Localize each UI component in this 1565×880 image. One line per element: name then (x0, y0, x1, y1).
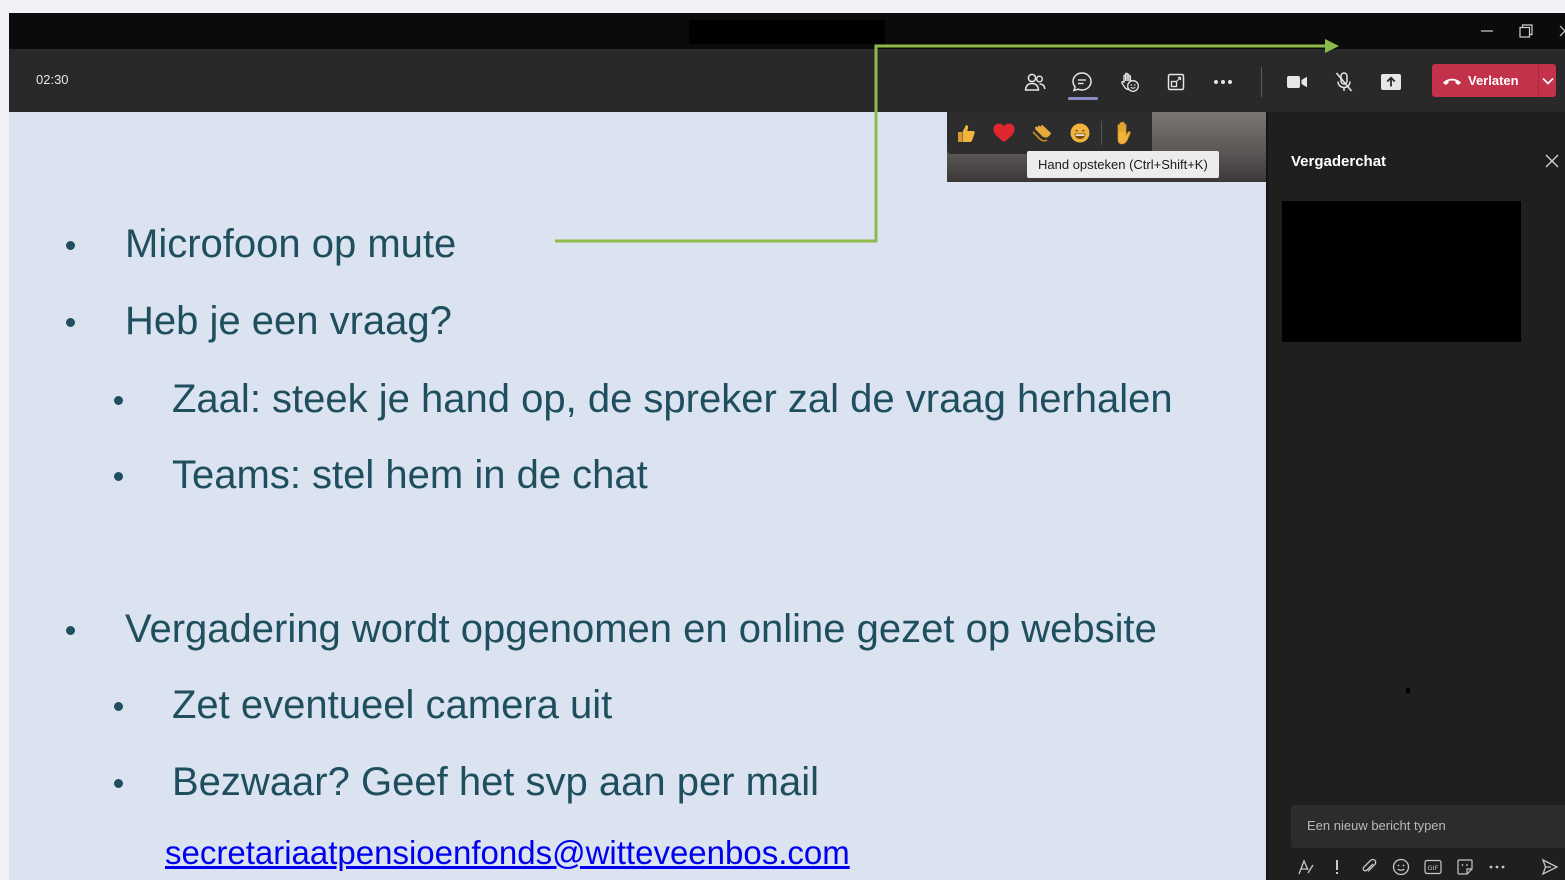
bullet-dot (114, 779, 123, 788)
leave-main[interactable]: Verlaten (1432, 64, 1538, 97)
share-button[interactable] (1378, 69, 1404, 95)
view-icon (1167, 73, 1185, 91)
reaction-laugh-button[interactable] (1061, 115, 1099, 151)
slide-bullet-1: Microfoon op mute (125, 222, 457, 266)
bullet-dot (114, 396, 123, 405)
compose-box[interactable]: Een nieuw bericht typen (1291, 805, 1565, 848)
view-button[interactable] (1163, 69, 1189, 95)
raise-hand-icon (1117, 121, 1131, 145)
compose-placeholder: Een nieuw bericht typen (1307, 818, 1446, 833)
important-button[interactable] (1326, 856, 1348, 878)
restore-button[interactable] (1506, 13, 1546, 49)
chat-panel-title: Vergaderchat (1291, 153, 1387, 170)
send-icon (1541, 858, 1559, 876)
reactions-divider (1101, 121, 1102, 145)
raise-hand-button[interactable] (1104, 115, 1142, 151)
email-link[interactable]: secretariaatpensioenfonds@witteveenbos.c… (165, 834, 850, 872)
title-bar (9, 13, 1565, 49)
send-button[interactable] (1539, 856, 1561, 878)
bullet-dot (66, 318, 75, 327)
emoji-icon (1392, 858, 1410, 876)
sticker-button[interactable] (1454, 856, 1476, 878)
reaction-like-button[interactable] (947, 115, 985, 151)
gif-icon: GIF (1424, 859, 1442, 875)
bullet-dot (66, 626, 75, 635)
sticker-icon (1457, 859, 1473, 875)
slide-bullet-2: Heb je een vraag? (125, 299, 452, 343)
more-actions-button[interactable] (1210, 69, 1236, 95)
participants-button[interactable] (1022, 69, 1048, 95)
bullet-dot (114, 472, 123, 481)
camera-button[interactable] (1284, 69, 1310, 95)
bullet-dot (66, 241, 75, 250)
close-chat-button[interactable] (1543, 152, 1561, 170)
leave-options-button[interactable] (1539, 77, 1556, 85)
minimize-button[interactable] (1467, 13, 1507, 49)
chat-button[interactable] (1069, 69, 1095, 95)
more-icon (1214, 80, 1232, 84)
close-window-button[interactable] (1545, 13, 1565, 49)
camera-icon (1287, 76, 1307, 88)
mic-muted-icon (1335, 72, 1353, 92)
microphone-button[interactable] (1331, 69, 1357, 95)
minimize-icon (1481, 30, 1493, 32)
hang-up-icon (1443, 78, 1461, 85)
chat-icon (1072, 72, 1092, 92)
restore-icon (1519, 24, 1533, 38)
more-options-button[interactable] (1486, 856, 1508, 878)
meeting-toolbar: 02:30 Verlaten (9, 49, 1565, 112)
reaction-clap-button[interactable] (1023, 115, 1061, 151)
chevron-down-icon (1541, 77, 1554, 85)
chat-active-indicator (1068, 97, 1098, 100)
slide-subbullet-3: Zet eventueel camera uit (172, 683, 613, 727)
participants-icon (1024, 73, 1046, 91)
reactions-bar (947, 112, 1152, 154)
reactions-icon (1121, 72, 1139, 92)
close-icon (1545, 154, 1559, 168)
gif-label: GIF (1428, 864, 1439, 872)
raise-hand-tooltip: Hand opsteken (Ctrl+Shift+K) (1027, 151, 1219, 178)
format-icon (1298, 859, 1314, 875)
meeting-chat-panel: Vergaderchat Een nieuw bericht typen GIF (1266, 112, 1565, 880)
redacted-title (689, 20, 885, 44)
attach-icon (1362, 858, 1377, 872)
important-icon (1336, 860, 1338, 874)
shared-slide: Microfoon op mute Heb je een vraag? Zaal… (9, 112, 1266, 880)
clap-icon (1032, 125, 1051, 142)
meeting-timer: 02:30 (36, 72, 69, 87)
redacted-chat-message (1282, 201, 1521, 342)
cursor-speck (1406, 688, 1410, 693)
gif-button[interactable]: GIF (1422, 856, 1444, 878)
reactions-button[interactable] (1116, 69, 1142, 95)
slide-bullet-3: Vergadering wordt opgenomen en online ge… (125, 607, 1157, 651)
leave-label: Verlaten (1468, 73, 1519, 88)
toolbar-divider (1261, 67, 1262, 97)
emoji-button[interactable] (1390, 856, 1412, 878)
bullet-dot (114, 702, 123, 711)
laugh-icon (1070, 123, 1090, 143)
slide-subbullet-2: Teams: stel hem in de chat (172, 453, 648, 497)
teams-window: 02:30 Verlaten Microfoon op mute Heb je … (9, 13, 1565, 880)
reaction-heart-button[interactable] (985, 115, 1023, 151)
more-options-icon (1489, 865, 1505, 869)
attach-button[interactable] (1358, 856, 1380, 878)
close-icon (1559, 25, 1565, 37)
thumbs-up-icon (958, 125, 975, 142)
share-icon (1381, 74, 1401, 90)
heart-icon (993, 123, 1015, 142)
format-button[interactable] (1295, 856, 1317, 878)
slide-subbullet-1: Zaal: steek je hand op, de spreker zal d… (172, 377, 1173, 421)
slide-subbullet-4: Bezwaar? Geef het svp aan per mail (172, 760, 820, 804)
leave-button[interactable]: Verlaten (1432, 64, 1556, 97)
